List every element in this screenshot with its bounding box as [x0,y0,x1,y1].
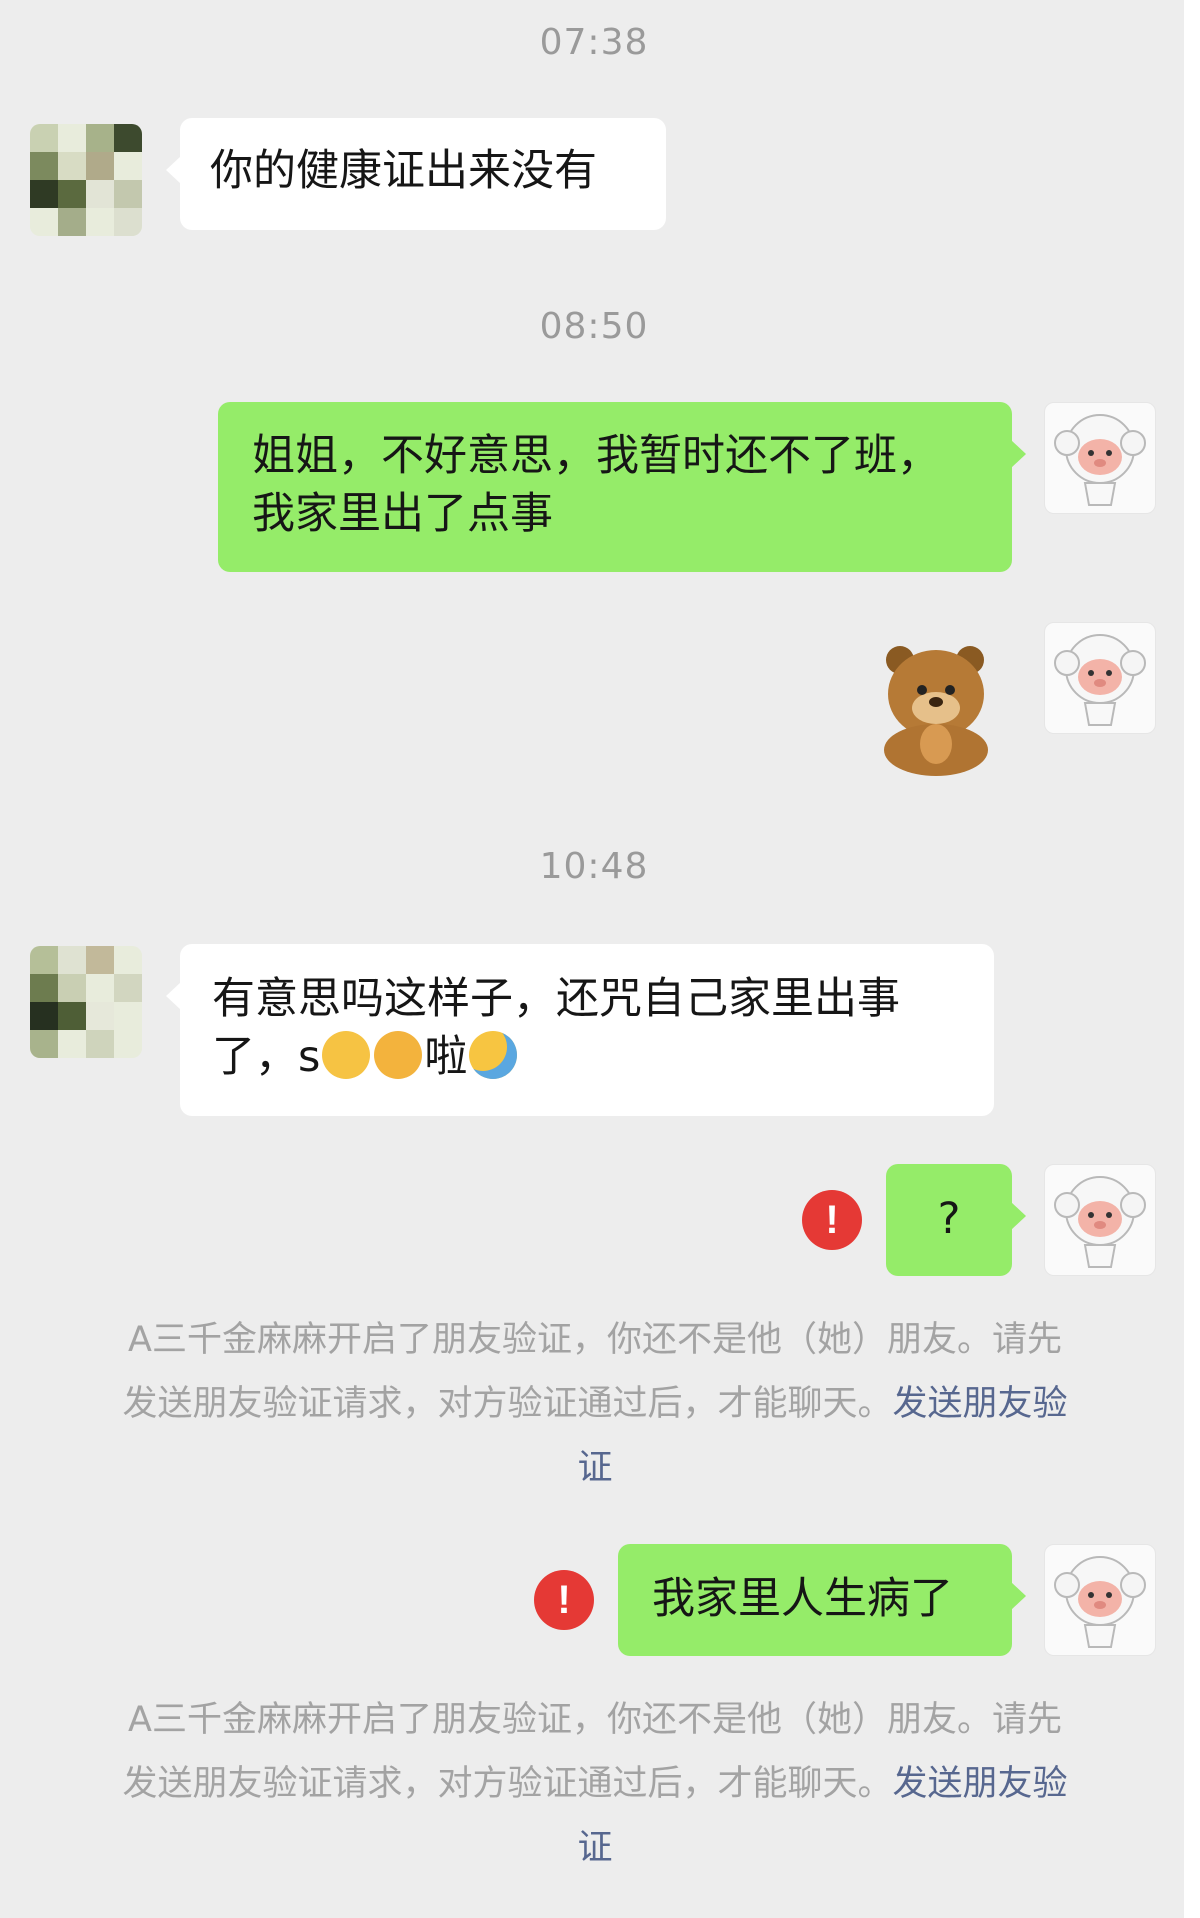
message-text-line: 姐姐，不好意思，我暂时还不了班， [252,431,940,481]
notice-line: 发送朋友验证请求，对方验证通过后，才能聊天。发送朋友验 [80,1752,1110,1816]
cartoon-girl-avatar-icon [1054,634,1146,726]
cartoon-girl-avatar-icon [1054,414,1146,506]
send-failed-icon[interactable]: ! [802,1190,862,1250]
timestamp: 10:48 [539,846,649,887]
crying-laughing-emoji-icon [469,1031,518,1079]
cartoon-girl-avatar-icon [1054,1176,1146,1268]
woman-emoji-icon [322,1031,371,1079]
blurred-avatar-icon [30,946,142,1058]
send-verification-link[interactable]: 发送朋友验 [893,1764,1068,1804]
notice-line: A三千金麻麻开启了朋友验证，你还不是他（她）朋友。请先 [128,1700,1062,1740]
bear-sticker[interactable] [866,636,1006,776]
send-failed-icon[interactable]: ! [534,1570,594,1630]
blurred-avatar-icon [30,124,142,236]
my-avatar[interactable] [1044,402,1156,514]
send-verification-link[interactable]: 证 [577,1828,612,1868]
friend-verification-notice: A三千金麻麻开启了朋友验证，你还不是他（她）朋友。请先 发送朋友验证请求，对方验… [80,1308,1110,1500]
message-text: 啦 [424,1032,468,1082]
outgoing-message[interactable]: 姐姐，不好意思，我暂时还不了班， 我家里出了点事 [218,402,1026,572]
notice-line: 发送朋友验证请求，对方验证通过后，才能聊天。发送朋友验 [80,1372,1110,1436]
message-text: 了，s [212,1032,321,1082]
right-edge [1184,0,1200,1918]
timestamp: 08:50 [539,306,649,347]
send-verification-link[interactable]: 发送朋友验 [893,1384,1068,1424]
timestamp: 07:38 [539,22,649,63]
message-text: ? [937,1194,961,1244]
message-text: 你的健康证出来没有 [210,146,597,196]
man-emoji-icon [374,1031,423,1079]
my-avatar[interactable] [1044,622,1156,734]
contact-avatar-blurred[interactable] [30,124,142,236]
message-text-line: 了，s 啦 [212,1028,962,1086]
incoming-message[interactable]: 有意思吗这样子，还咒自己家里出事 了，s 啦 [166,944,994,1116]
notice-line: A三千金麻麻开启了朋友验证，你还不是他（她）朋友。请先 [128,1320,1062,1360]
cartoon-girl-avatar-icon [1054,1556,1146,1648]
friend-verification-notice: A三千金麻麻开启了朋友验证，你还不是他（她）朋友。请先 发送朋友验证请求，对方验… [80,1688,1110,1880]
bear-praying-sticker-icon [884,646,988,776]
outgoing-message[interactable]: 我家里人生病了 [618,1544,1026,1656]
my-avatar[interactable] [1044,1544,1156,1656]
message-text-line: 我家里出了点事 [252,489,553,539]
send-verification-link[interactable]: 证 [577,1448,612,1488]
notice-text: 发送朋友验证请求，对方验证通过后，才能聊天。 [122,1764,893,1804]
notice-text: 发送朋友验证请求，对方验证通过后，才能聊天。 [122,1384,893,1424]
message-text: 我家里人生病了 [652,1574,953,1624]
my-avatar[interactable] [1044,1164,1156,1276]
outgoing-message[interactable]: ? [886,1164,1026,1276]
contact-avatar-blurred[interactable] [30,946,142,1058]
incoming-message[interactable]: 你的健康证出来没有 [166,118,666,230]
message-text-line: 有意思吗这样子，还咒自己家里出事 [212,974,900,1024]
